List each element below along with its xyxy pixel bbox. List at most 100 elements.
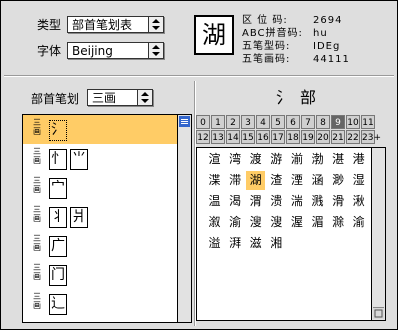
stroke-tab[interactable]: 3 [241,115,255,129]
stroke-tab[interactable]: 8 [316,115,330,129]
character-cell[interactable]: 滞 [226,171,245,190]
stroke-tab[interactable]: 5 [271,115,285,129]
character-cell[interactable]: 港 [349,150,368,169]
resize-grip-icon[interactable] [373,307,384,319]
radical-char[interactable]: 广 [49,236,67,257]
font-label: 字体 [37,44,62,58]
radical-char[interactable]: 辶 [49,294,67,315]
radical-char[interactable]: 爿 [70,207,88,228]
character-cell[interactable]: 游 [267,150,286,169]
info-value: 44111 [313,54,350,65]
radical-char[interactable]: 忄 [49,149,67,170]
character-cell[interactable]: 湿 [349,171,368,190]
character-grid-scrollbar[interactable] [371,147,386,321]
character-cell[interactable]: 湮 [287,171,306,190]
character-cell[interactable]: 溆 [205,213,224,232]
stroke-tab[interactable]: 23+ [361,130,381,144]
stroke-tab[interactable]: 18 [286,130,300,144]
radical-row[interactable]: 三画 氵 [23,115,178,144]
radical-char[interactable]: 门 [49,265,67,286]
stroke-tab[interactable]: 13 [211,130,225,144]
preview-char: 湖 [194,15,234,55]
scroll-thumb-icon[interactable] [179,116,190,127]
stroke-tab[interactable]: 17 [271,130,285,144]
stroke-tab[interactable]: 4 [256,115,270,129]
stroke-tab[interactable]: 20 [316,130,330,144]
updown-arrows-icon [137,90,152,105]
character-cell[interactable]: 渭 [246,192,265,211]
stroke-tab[interactable]: 6 [286,115,300,129]
character-cell[interactable]: 涵 [308,171,327,190]
character-cell[interactable]: 渝 [226,213,245,232]
character-cell[interactable]: 渴 [226,192,245,211]
stroke-label: 部首笔划 [31,92,80,106]
type-dropdown-value: 部首笔划表 [72,18,133,32]
character-cell[interactable]: 湫 [349,192,368,211]
character-cell[interactable]: 湔 [287,150,306,169]
radical-char[interactable]: 宀 [49,178,67,199]
stroke-tab[interactable]: 11 [361,115,375,129]
character-cell[interactable]: 温 [205,192,224,211]
info-label: 五笔型码: [242,41,291,52]
character-cell[interactable]: 溲 [267,213,286,232]
type-label: 类型 [37,18,62,32]
character-cell[interactable]: 滋 [246,234,265,253]
stroke-tab[interactable]: 19 [301,130,315,144]
character-cell[interactable]: 溲 [246,213,265,232]
character-cell[interactable]: 渥 [287,213,306,232]
character-cell[interactable]: 湘 [267,234,286,253]
radical-list-scrollbar[interactable] [177,114,192,323]
stroke-tab[interactable]: 12 [196,130,210,144]
character-cell[interactable]: 溃 [267,192,286,211]
radical-title: 氵部 [276,88,325,107]
font-dropdown[interactable]: Beijing [67,42,164,59]
character-cell[interactable]: 渣 [267,171,286,190]
character-cell[interactable]: 溢 [205,234,224,253]
stroke-dropdown[interactable]: 三画 [87,89,153,106]
updown-arrows-icon [148,17,163,32]
stroke-tab[interactable]: 2 [226,115,240,129]
stroke-tab[interactable]: 22 [346,130,360,144]
stroke-tab[interactable]: 10 [346,115,360,129]
stroke-tab[interactable]: 14 [226,130,240,144]
character-cell[interactable]: 湾 [226,150,245,169]
radical-row[interactable]: 三画 门 [23,260,178,289]
stroke-tab[interactable]: 15 [241,130,255,144]
radical-row[interactable]: 三画 辶 [23,289,178,318]
radical-row[interactable]: 三画 丬 爿 [23,202,178,231]
radical-char[interactable]: 氵 [49,120,67,141]
character-cell[interactable]: 滁 [329,213,348,232]
row-stroke-label: 三画 [33,118,41,136]
character-cell[interactable]: 渡 [246,150,265,169]
stroke-tab[interactable]: 1 [211,115,225,129]
character-cell[interactable]: 溅 [308,192,327,211]
radical-row[interactable]: 三画 广 [23,231,178,260]
stroke-tab[interactable]: 16 [256,130,270,144]
info-row-wubi: 五笔型码: IDEg [242,41,339,53]
radical-row[interactable]: 三画 宀 [23,173,178,202]
font-dropdown-value: Beijing [72,44,113,58]
stroke-tab[interactable]: 0 [196,115,210,129]
stroke-tab[interactable]: 7 [301,115,315,129]
character-cell[interactable]: 湍 [287,192,306,211]
stroke-tab[interactable]: 9 [331,115,345,129]
type-dropdown[interactable]: 部首笔划表 [67,16,164,33]
row-stroke-label: 三画 [33,205,41,223]
radical-lookup-window: 类型 部首笔划表 字体 Beijing 湖 区 位 码: 2694 ABC拼音码… [0,0,398,330]
radical-row[interactable]: 三画 忄 ⺌ [23,144,178,173]
character-cell[interactable]: 渤 [308,150,327,169]
character-cell[interactable]: 湄 [308,213,327,232]
stroke-tab[interactable]: 21 [331,130,345,144]
character-grid: 渲湾渡游湔渤湛港渫滞湖渣湮涵渺湿温渴渭溃湍溅滑湫溆渝溲溲渥湄滁渝溢湃滋湘 [196,147,373,321]
character-cell[interactable]: 湖 [246,171,266,190]
character-cell[interactable]: 湛 [329,150,348,169]
character-cell[interactable]: 渫 [205,171,224,190]
character-cell[interactable]: 滑 [329,192,348,211]
character-cell[interactable]: 湃 [226,234,245,253]
character-cell[interactable]: 渲 [205,150,224,169]
radical-char[interactable]: ⺌ [70,149,88,170]
info-row-abc: ABC拼音码: hu [242,28,327,40]
character-cell[interactable]: 渝 [349,213,368,232]
character-cell[interactable]: 渺 [329,171,348,190]
radical-char[interactable]: 丬 [49,207,67,228]
